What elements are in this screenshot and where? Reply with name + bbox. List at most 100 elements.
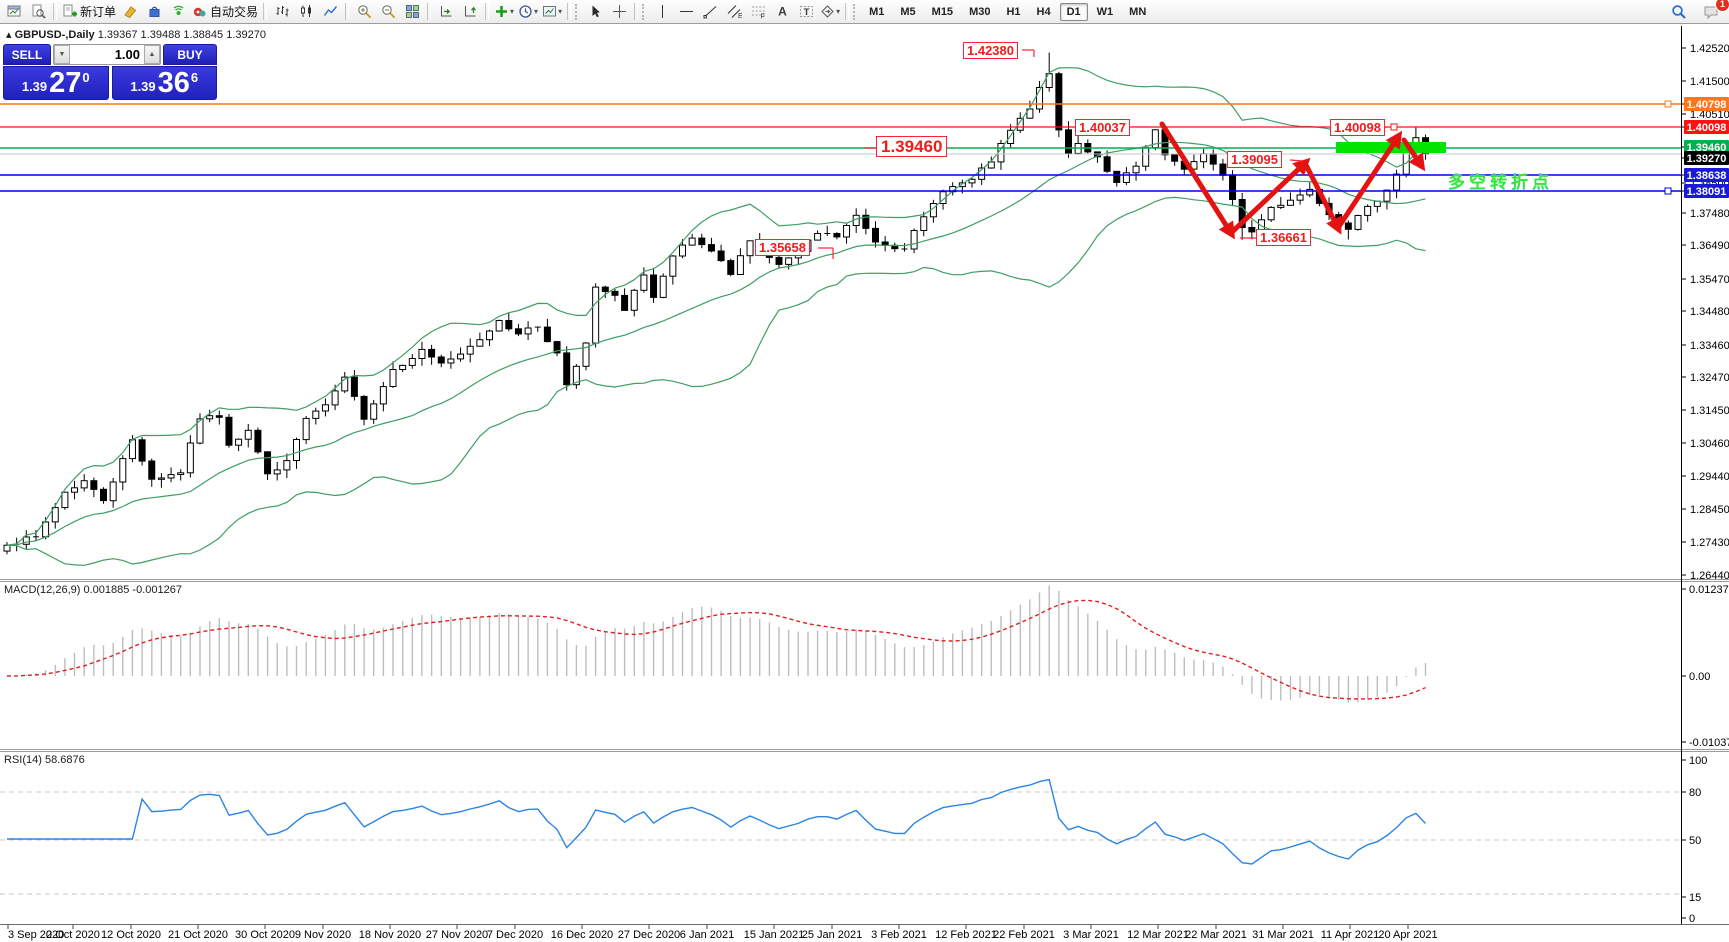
svg-text:6 Jan 2021: 6 Jan 2021 — [680, 929, 734, 941]
chart-window-button[interactable] — [2, 2, 26, 22]
vertical-line-button[interactable] — [650, 2, 674, 22]
horizontal-line-button[interactable] — [674, 2, 698, 22]
line-handle[interactable] — [1664, 187, 1672, 195]
candlestick-chart-icon — [299, 4, 314, 19]
svg-text:0: 0 — [1689, 913, 1695, 925]
equidistant-channel-button[interactable]: E — [722, 2, 746, 22]
svg-text:1.40798: 1.40798 — [1687, 99, 1727, 111]
tile-windows-button[interactable] — [400, 2, 424, 22]
market-button[interactable] — [142, 2, 166, 22]
collapse-panel-icon[interactable]: ▴ — [6, 29, 12, 41]
new-order-button[interactable]: 新订单 — [60, 2, 118, 22]
macd-label: MACD(12,26,9) 0.001885 -0.001267 — [4, 584, 182, 596]
chart-shift-icon — [463, 4, 478, 19]
periods-icon — [518, 4, 533, 19]
templates-button[interactable]: ▾ — [540, 2, 564, 22]
svg-text:1.31450: 1.31450 — [1690, 405, 1729, 417]
candlestick-chart-button[interactable] — [294, 2, 318, 22]
toolbar-grip[interactable] — [575, 3, 580, 20]
volume-increase-button[interactable]: ▲ — [144, 45, 160, 64]
main-toolbar: 新订单 自动交易 ▾ ▾ ▾ E F A T ▾ M1 M5 M15 M30 H1 H4 D1 W1 MN 1 — [0, 0, 1729, 24]
fibonacci-icon: F — [751, 4, 766, 19]
profile-preview-icon — [31, 4, 46, 19]
line-chart-button[interactable] — [318, 2, 342, 22]
indicators-dropdown-icon[interactable]: ▾ — [510, 7, 514, 16]
highlighter-button[interactable] — [118, 2, 142, 22]
price-label[interactable]: 1.40037 — [1075, 119, 1130, 136]
price-label[interactable]: 1.35658 — [755, 239, 810, 256]
trendline-button[interactable] — [698, 2, 722, 22]
toolbar-grip[interactable] — [853, 3, 858, 20]
cursor-button[interactable] — [583, 2, 607, 22]
svg-text:1.34480: 1.34480 — [1690, 306, 1729, 318]
fibonacci-button[interactable]: F — [746, 2, 770, 22]
arrows-dropdown-icon[interactable]: ▾ — [836, 7, 840, 16]
zoom-out-icon — [381, 4, 396, 19]
svg-text:1.28450: 1.28450 — [1690, 504, 1729, 516]
price-label[interactable]: 1.42380 — [963, 42, 1018, 59]
zoom-out-button[interactable] — [376, 2, 400, 22]
text-label-button[interactable]: T — [794, 2, 818, 22]
svg-text:1.38091: 1.38091 — [1687, 186, 1727, 198]
signals-button[interactable] — [166, 2, 190, 22]
timeframe-M1[interactable]: M1 — [862, 3, 891, 21]
zoom-in-button[interactable] — [352, 2, 376, 22]
sell-price-panel[interactable]: 1.39 27 0 — [3, 66, 109, 100]
svg-text:1.37480: 1.37480 — [1690, 208, 1729, 220]
svg-text:15: 15 — [1689, 892, 1701, 904]
periods-button[interactable]: ▾ — [516, 2, 540, 22]
timeframe-M15[interactable]: M15 — [925, 3, 960, 21]
svg-text:21 Oct 2020: 21 Oct 2020 — [168, 929, 228, 941]
buy-price-panel[interactable]: 1.39 36 6 — [111, 66, 217, 100]
market-icon — [147, 4, 162, 19]
svg-text:1.40098: 1.40098 — [1687, 122, 1727, 134]
price-label[interactable]: 1.39095 — [1227, 151, 1282, 168]
chart-shift-button[interactable] — [458, 2, 482, 22]
search-button[interactable] — [1667, 2, 1691, 22]
templates-dropdown-icon[interactable]: ▾ — [558, 7, 562, 16]
auto-trading-label: 自动交易 — [210, 5, 259, 19]
svg-text:18 Nov 2020: 18 Nov 2020 — [359, 929, 421, 941]
auto-scroll-button[interactable] — [434, 2, 458, 22]
chart-window-icon — [7, 4, 22, 19]
price-label[interactable]: 1.39460 — [876, 136, 948, 157]
timeframe-MN[interactable]: MN — [1122, 3, 1153, 21]
volume-decrease-button[interactable]: ▼ — [54, 45, 70, 64]
line-handle[interactable] — [1664, 100, 1672, 108]
chart-canvas[interactable]: 1.425201.415001.405101.385001.374801.364… — [0, 0, 1729, 942]
sell-button[interactable]: SELL — [3, 44, 51, 65]
timeframe-M5[interactable]: M5 — [893, 3, 922, 21]
buy-price-sup: 6 — [190, 70, 199, 85]
arrows-button[interactable]: ▾ — [818, 2, 842, 22]
svg-text:1.33460: 1.33460 — [1690, 340, 1729, 352]
highlighter-icon — [123, 4, 138, 19]
profile-preview-button[interactable] — [26, 2, 50, 22]
volume-input[interactable] — [70, 45, 144, 64]
buy-button[interactable]: BUY — [163, 44, 217, 65]
bars-chart-icon — [275, 4, 290, 19]
line-handle[interactable] — [1390, 123, 1398, 131]
svg-text:1.39270: 1.39270 — [1687, 153, 1727, 165]
timeframe-W1[interactable]: W1 — [1090, 3, 1121, 21]
svg-text:E: E — [738, 13, 742, 19]
bars-chart-button[interactable] — [270, 2, 294, 22]
auto-trading-button[interactable]: 自动交易 — [190, 2, 260, 22]
svg-text:27 Dec 2020: 27 Dec 2020 — [618, 929, 680, 941]
toolbar-grip[interactable] — [642, 3, 647, 20]
crosshair-button[interactable] — [607, 2, 631, 22]
svg-text:1.35470: 1.35470 — [1690, 274, 1729, 286]
text-button[interactable]: A — [770, 2, 794, 22]
timeframe-D1[interactable]: D1 — [1059, 2, 1088, 21]
svg-text:30 Oct 2020: 30 Oct 2020 — [235, 929, 295, 941]
price-label[interactable]: 1.40098 — [1330, 119, 1385, 136]
periods-dropdown-icon[interactable]: ▾ — [534, 7, 538, 16]
timeframe-M30[interactable]: M30 — [962, 3, 997, 21]
svg-text:80: 80 — [1689, 787, 1701, 799]
indicators-button[interactable]: ▾ — [492, 2, 516, 22]
timeframe-H1[interactable]: H1 — [999, 3, 1027, 21]
cursor-icon — [588, 4, 603, 19]
price-label[interactable]: 1.36661 — [1256, 229, 1311, 246]
timeframe-H4[interactable]: H4 — [1030, 3, 1058, 21]
annotation-text[interactable]: 多空转折点 — [1448, 168, 1553, 193]
notifications-button[interactable]: 1 — [1699, 0, 1729, 22]
